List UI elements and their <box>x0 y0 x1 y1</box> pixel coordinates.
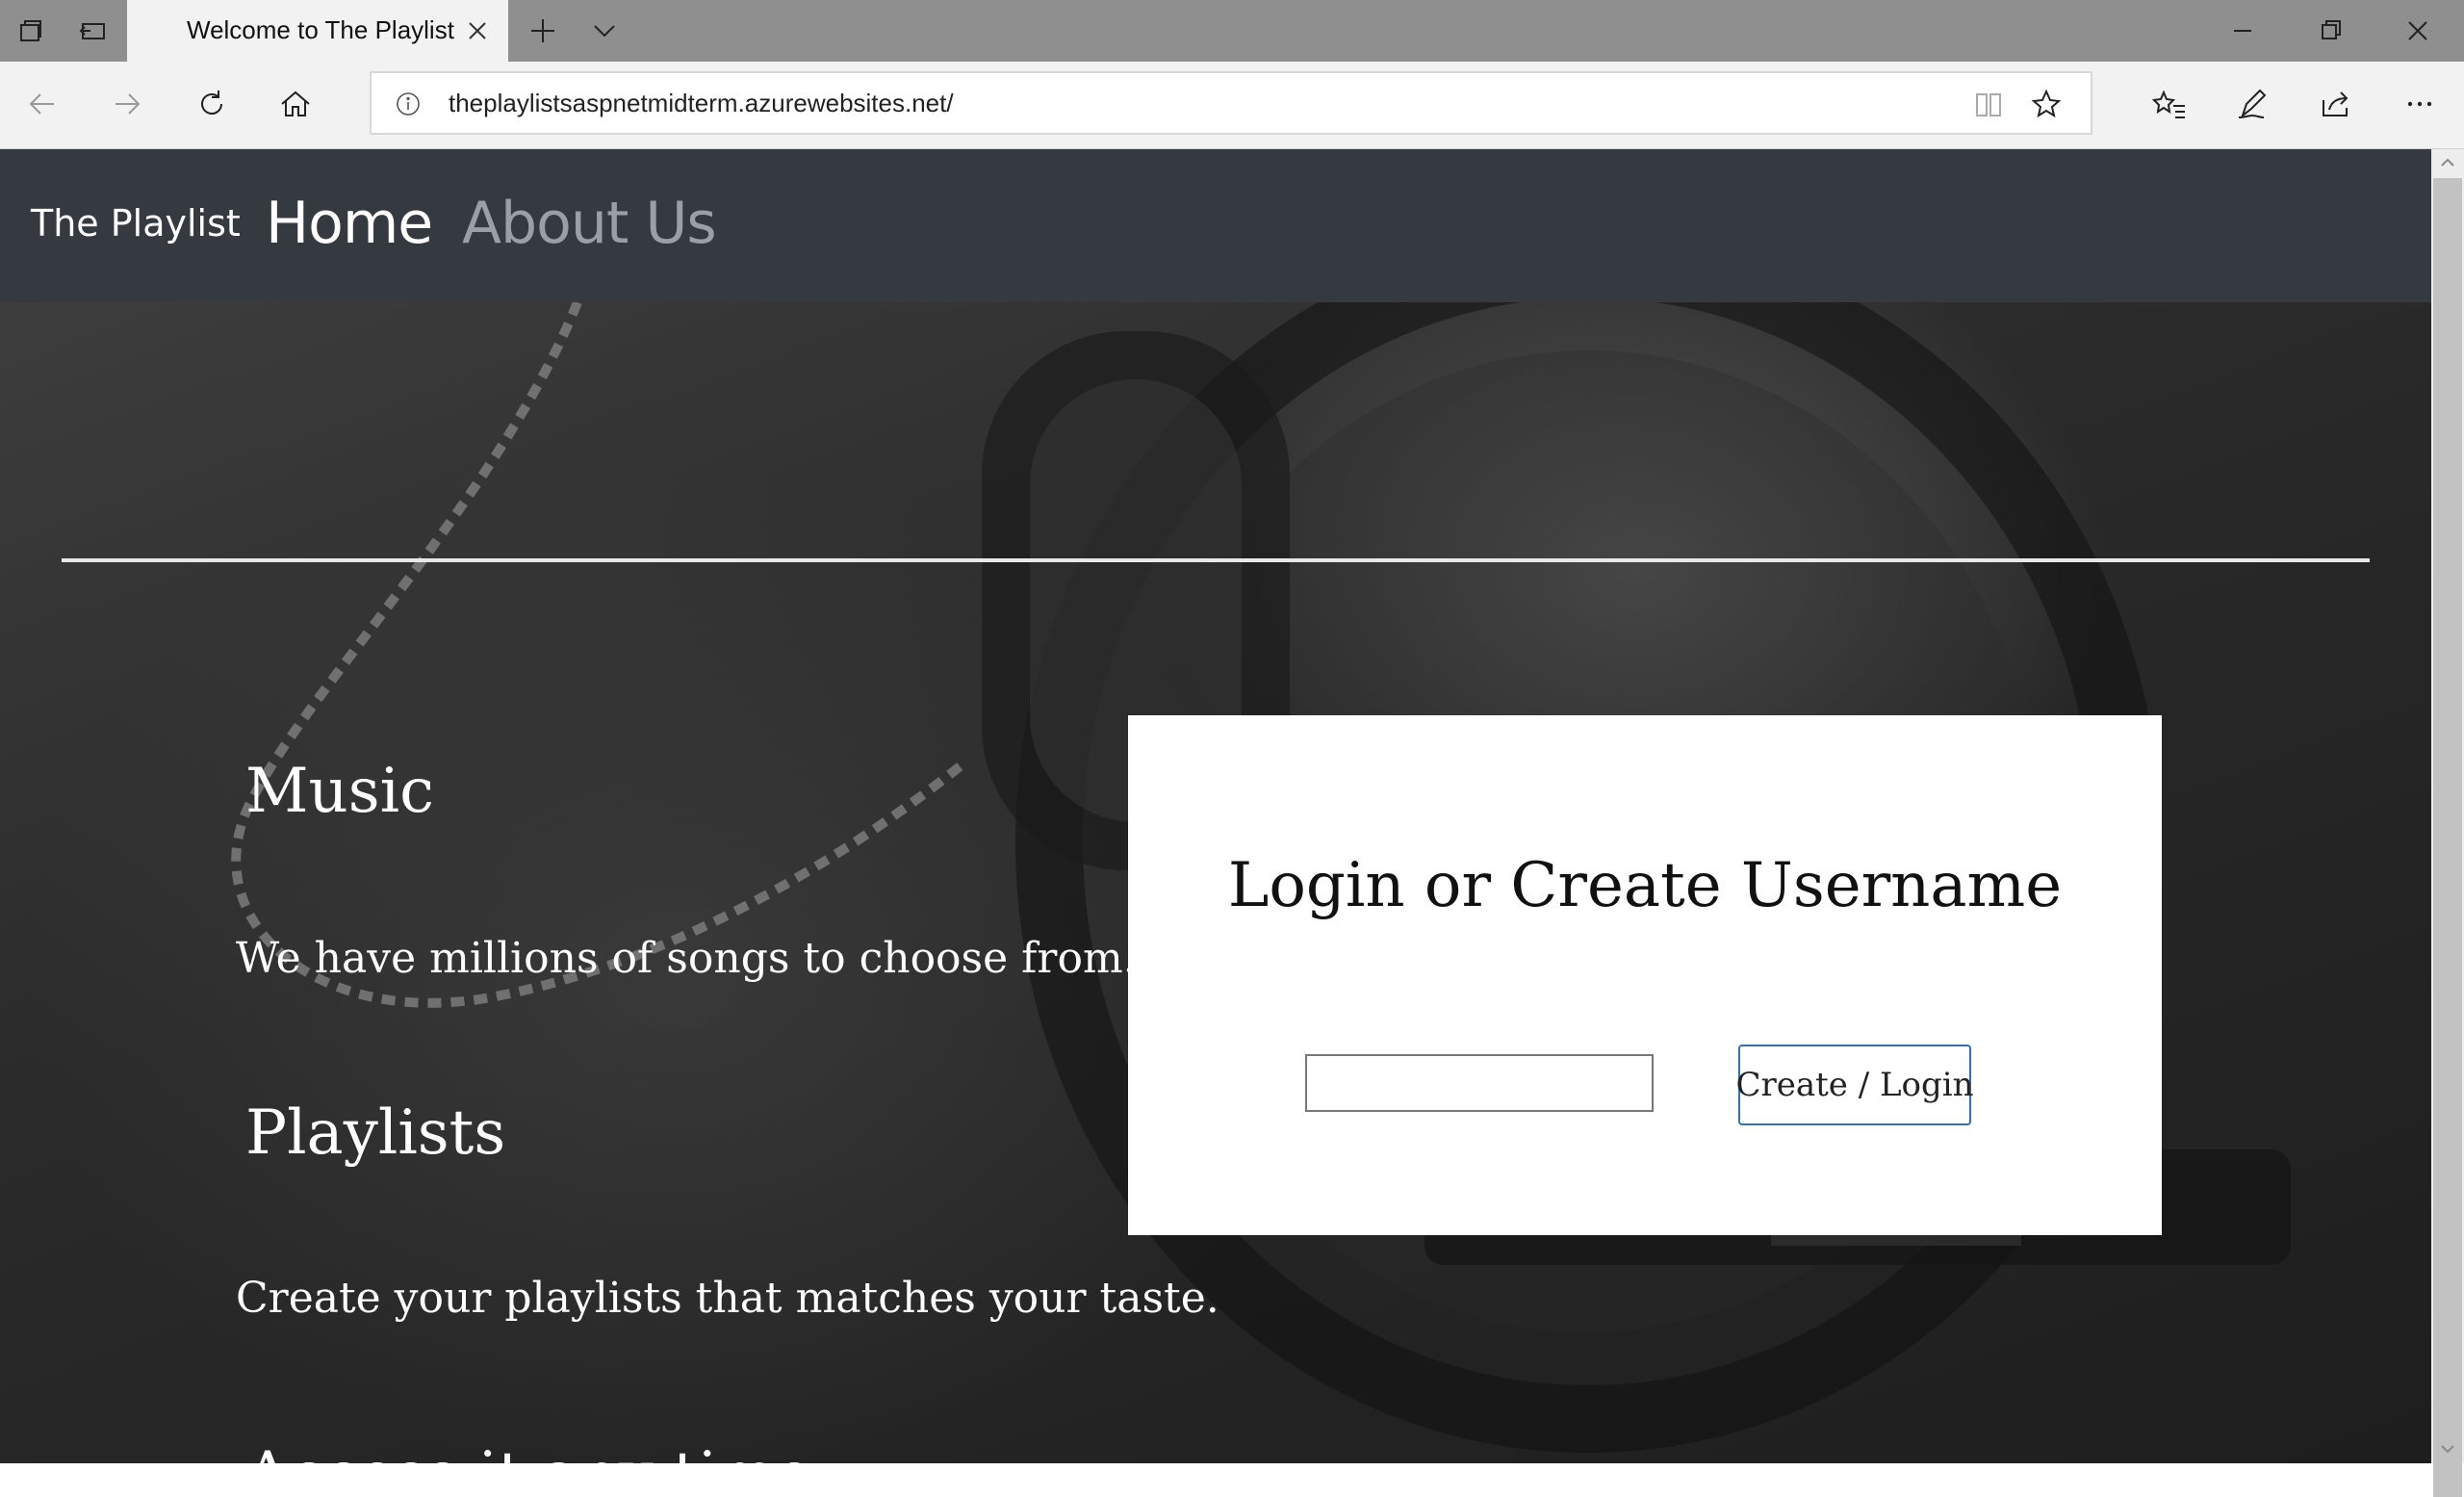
create-login-button[interactable]: Create / Login <box>1735 1045 1974 1125</box>
set-aside-tabs-icon[interactable] <box>77 15 108 46</box>
address-bar[interactable]: theplaylistsaspnetmidterm.azurewebsites.… <box>370 71 2092 135</box>
site-brand[interactable]: The Playlist <box>31 202 241 245</box>
login-card: Login or Create Username Create / Login <box>1128 715 2162 1235</box>
section-heading-access: Access it any time <box>245 1439 812 1463</box>
tab-title: Welcome to The Playlist <box>187 15 454 44</box>
tab-list-chevron-icon[interactable] <box>587 13 622 48</box>
hero-divider <box>62 558 2370 562</box>
section-heading-music: Music <box>245 756 434 827</box>
url-text[interactable]: theplaylistsaspnetmidterm.azurewebsites.… <box>449 89 954 118</box>
close-window-icon[interactable] <box>2400 13 2435 48</box>
favorites-hub-icon[interactable] <box>2150 85 2189 123</box>
minimize-icon[interactable] <box>2225 13 2260 48</box>
back-icon[interactable] <box>23 85 62 123</box>
forward-icon[interactable] <box>108 85 146 123</box>
scroll-down-arrow-icon[interactable] <box>2438 1439 2457 1458</box>
login-title: Login or Create Username <box>1227 850 2063 921</box>
favorite-star-icon[interactable] <box>2029 87 2064 121</box>
browser-tab-strip: Welcome to The Playlist <box>0 0 2464 62</box>
nav-link-home[interactable]: Home <box>266 190 433 257</box>
share-icon[interactable] <box>2316 85 2354 123</box>
close-tab-icon[interactable] <box>464 17 491 44</box>
tab-preview-icon[interactable] <box>15 15 46 46</box>
more-ellipsis-icon[interactable] <box>2400 85 2439 123</box>
scrollbar-thumb[interactable] <box>2433 178 2462 1497</box>
page-viewport: The Playlist Home About Us Music We have… <box>0 149 2431 1463</box>
username-input[interactable] <box>1305 1054 1654 1112</box>
home-icon[interactable] <box>276 85 315 123</box>
site-navbar: The Playlist Home About Us <box>0 149 2431 302</box>
site-info-icon[interactable] <box>395 90 422 117</box>
refresh-icon[interactable] <box>192 85 231 123</box>
scroll-up-arrow-icon[interactable] <box>2438 153 2457 172</box>
nav-link-about-us[interactable]: About Us <box>462 190 717 257</box>
section-text-playlists: Create your playlists that matches your … <box>236 1274 1219 1323</box>
section-heading-playlists: Playlists <box>245 1097 506 1169</box>
browser-nav-bar: theplaylistsaspnetmidterm.azurewebsites.… <box>0 62 2464 149</box>
web-note-pen-icon[interactable] <box>2233 85 2272 123</box>
restore-icon[interactable] <box>2314 13 2348 48</box>
new-tab-icon[interactable] <box>526 13 560 48</box>
reading-view-icon[interactable] <box>1971 87 2006 121</box>
section-text-music: We have millions of songs to choose from… <box>236 934 1137 983</box>
tab-active[interactable]: Welcome to The Playlist <box>127 0 508 62</box>
page-scrollbar[interactable] <box>2431 149 2464 1497</box>
